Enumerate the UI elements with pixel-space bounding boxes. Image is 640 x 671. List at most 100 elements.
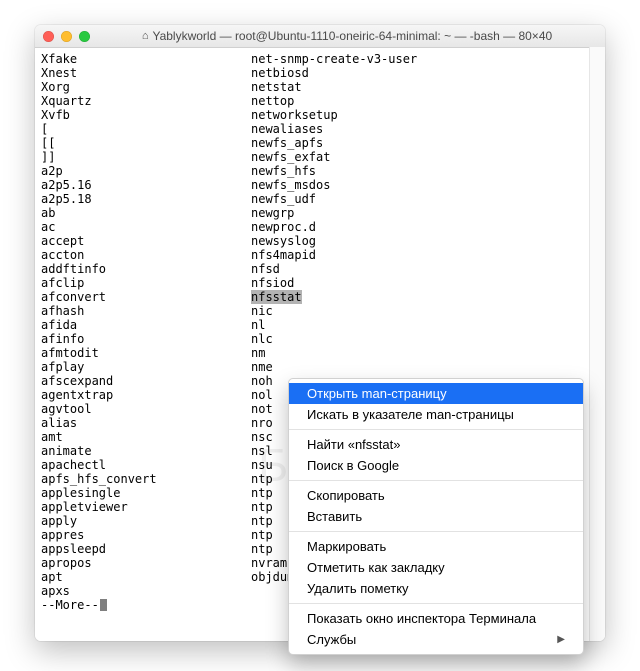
- list-item[interactable]: afclip: [41, 276, 251, 290]
- scrollbar[interactable]: [589, 47, 605, 641]
- menu-item[interactable]: Искать в указателе man-страницы: [289, 404, 583, 425]
- list-item[interactable]: Xquartz: [41, 94, 251, 108]
- menu-item[interactable]: Отметить как закладку: [289, 557, 583, 578]
- list-item[interactable]: [: [41, 122, 251, 136]
- close-button[interactable]: [43, 31, 54, 42]
- cursor: [100, 599, 107, 611]
- menu-item-label: Отметить как закладку: [307, 560, 445, 575]
- list-item[interactable]: afconvert: [41, 290, 251, 304]
- list-item[interactable]: agvtool: [41, 402, 251, 416]
- list-item[interactable]: afinfo: [41, 332, 251, 346]
- minimize-button[interactable]: [61, 31, 72, 42]
- list-item[interactable]: apxs: [41, 584, 251, 598]
- list-item[interactable]: newfs_udf: [251, 192, 599, 206]
- menu-item-label: Удалить пометку: [307, 581, 409, 596]
- list-item[interactable]: netstat: [251, 80, 599, 94]
- list-item[interactable]: addftinfo: [41, 262, 251, 276]
- list-item[interactable]: netbiosd: [251, 66, 599, 80]
- list-item[interactable]: nme: [251, 360, 599, 374]
- list-item[interactable]: apachectl: [41, 458, 251, 472]
- menu-item[interactable]: Вставить: [289, 506, 583, 527]
- list-item[interactable]: [[: [41, 136, 251, 150]
- list-item[interactable]: Xorg: [41, 80, 251, 94]
- list-item[interactable]: nfsd: [251, 262, 599, 276]
- list-item[interactable]: a2p5.18: [41, 192, 251, 206]
- more-prompt: --More--: [41, 598, 99, 612]
- list-item[interactable]: apt: [41, 570, 251, 584]
- menu-item-label: Службы: [307, 632, 356, 647]
- menu-separator: [289, 531, 583, 532]
- list-item[interactable]: nfs4mapid: [251, 248, 599, 262]
- list-item[interactable]: afida: [41, 318, 251, 332]
- selected-text[interactable]: nfsstat: [251, 290, 302, 304]
- list-item[interactable]: newaliases: [251, 122, 599, 136]
- menu-item-label: Поиск в Google: [307, 458, 399, 473]
- list-item[interactable]: newproc.d: [251, 220, 599, 234]
- list-item[interactable]: Xnest: [41, 66, 251, 80]
- list-item[interactable]: afmtodit: [41, 346, 251, 360]
- list-item[interactable]: accton: [41, 248, 251, 262]
- list-item[interactable]: newgrp: [251, 206, 599, 220]
- titlebar: ⌂ Yablykworld — root@Ubuntu-1110-oneiric…: [35, 25, 605, 48]
- list-item[interactable]: accept: [41, 234, 251, 248]
- list-item[interactable]: nic: [251, 304, 599, 318]
- list-item[interactable]: nfsiod: [251, 276, 599, 290]
- menu-separator: [289, 603, 583, 604]
- list-item[interactable]: nettop: [251, 94, 599, 108]
- list-item[interactable]: Xfake: [41, 52, 251, 66]
- list-item[interactable]: ab: [41, 206, 251, 220]
- menu-item[interactable]: Показать окно инспектора Терминала: [289, 608, 583, 629]
- list-item[interactable]: applesingle: [41, 486, 251, 500]
- list-item[interactable]: appres: [41, 528, 251, 542]
- home-icon: ⌂: [142, 30, 149, 42]
- menu-item[interactable]: Скопировать: [289, 485, 583, 506]
- list-item[interactable]: a2p5.16: [41, 178, 251, 192]
- list-item[interactable]: newfs_exfat: [251, 150, 599, 164]
- menu-item[interactable]: Найти «nfsstat»: [289, 434, 583, 455]
- menu-item-label: Искать в указателе man-страницы: [307, 407, 514, 422]
- list-item[interactable]: Xvfb: [41, 108, 251, 122]
- list-item[interactable]: animate: [41, 444, 251, 458]
- list-item[interactable]: appletviewer: [41, 500, 251, 514]
- list-item[interactable]: nfsstat: [251, 290, 599, 304]
- menu-item[interactable]: Открыть man-страницу: [289, 383, 583, 404]
- menu-item-label: Найти «nfsstat»: [307, 437, 400, 452]
- menu-item[interactable]: Поиск в Google: [289, 455, 583, 476]
- list-item[interactable]: net-snmp-create-v3-user: [251, 52, 599, 66]
- list-item[interactable]: apropos: [41, 556, 251, 570]
- list-item[interactable]: networksetup: [251, 108, 599, 122]
- list-item[interactable]: newsyslog: [251, 234, 599, 248]
- list-item[interactable]: newfs_hfs: [251, 164, 599, 178]
- list-item[interactable]: nlc: [251, 332, 599, 346]
- menu-separator: [289, 480, 583, 481]
- list-item[interactable]: agentxtrap: [41, 388, 251, 402]
- menu-item-label: Открыть man-страницу: [307, 386, 447, 401]
- list-item[interactable]: afplay: [41, 360, 251, 374]
- list-item[interactable]: newfs_msdos: [251, 178, 599, 192]
- list-item[interactable]: alias: [41, 416, 251, 430]
- list-item[interactable]: afhash: [41, 304, 251, 318]
- menu-item-label: Скопировать: [307, 488, 385, 503]
- menu-item-label: Показать окно инспектора Терминала: [307, 611, 536, 626]
- list-item[interactable]: a2p: [41, 164, 251, 178]
- list-item[interactable]: appsleepd: [41, 542, 251, 556]
- window-title: Yablykworld — root@Ubuntu-1110-oneiric-6…: [152, 29, 552, 43]
- menu-item-label: Маркировать: [307, 539, 386, 554]
- menu-item-label: Вставить: [307, 509, 362, 524]
- list-item[interactable]: ac: [41, 220, 251, 234]
- list-item[interactable]: apply: [41, 514, 251, 528]
- list-item[interactable]: apfs_hfs_convert: [41, 472, 251, 486]
- list-item[interactable]: amt: [41, 430, 251, 444]
- context-menu[interactable]: Открыть man-страницу Искать в указателе m…: [288, 378, 584, 655]
- list-item[interactable]: nm: [251, 346, 599, 360]
- menu-item[interactable]: Маркировать: [289, 536, 583, 557]
- maximize-button[interactable]: [79, 31, 90, 42]
- list-item[interactable]: newfs_apfs: [251, 136, 599, 150]
- menu-separator: [289, 429, 583, 430]
- menu-item[interactable]: Службы ▶: [289, 629, 583, 650]
- list-item[interactable]: ]]: [41, 150, 251, 164]
- menu-item[interactable]: Удалить пометку: [289, 578, 583, 599]
- list-item[interactable]: afscexpand: [41, 374, 251, 388]
- chevron-right-icon: ▶: [557, 634, 565, 645]
- list-item[interactable]: nl: [251, 318, 599, 332]
